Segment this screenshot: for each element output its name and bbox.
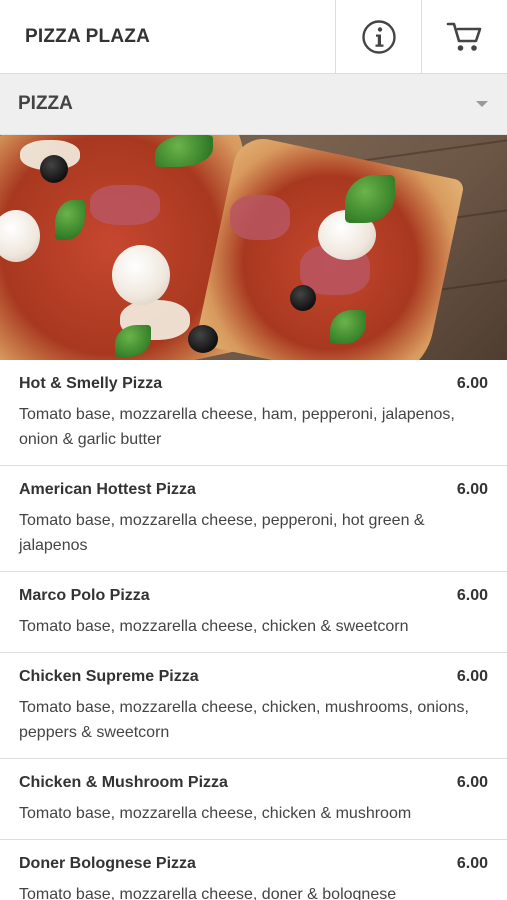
item-name: Hot & Smelly Pizza <box>19 375 163 392</box>
menu-item[interactable]: Chicken & Mushroom Pizza 6.00 Tomato bas… <box>0 759 507 840</box>
category-selector[interactable]: PIZZA <box>0 74 507 135</box>
item-name: Chicken & Mushroom Pizza <box>19 774 228 791</box>
item-description: Tomato base, mozzarella cheese, pepperon… <box>19 512 425 554</box>
item-name: Chicken Supreme Pizza <box>19 668 199 685</box>
menu-item[interactable]: Chicken Supreme Pizza 6.00 Tomato base, … <box>0 653 507 759</box>
item-name: Doner Bolognese Pizza <box>19 855 196 872</box>
item-name: Marco Polo Pizza <box>19 587 150 604</box>
item-description: Tomato base, mozzarella cheese, doner & … <box>19 886 397 900</box>
menu-item[interactable]: Hot & Smelly Pizza 6.00 Tomato base, moz… <box>0 360 507 466</box>
cart-icon <box>446 20 484 54</box>
cart-button[interactable] <box>421 0 507 73</box>
menu-list: Hot & Smelly Pizza 6.00 Tomato base, moz… <box>0 360 507 900</box>
item-price: 6.00 <box>456 855 488 872</box>
app-title: PIZZA PLAZA <box>25 25 150 47</box>
app-header: PIZZA PLAZA <box>0 0 507 74</box>
menu-item[interactable]: American Hottest Pizza 6.00 Tomato base,… <box>0 466 507 572</box>
menu-item[interactable]: Marco Polo Pizza 6.00 Tomato base, mozza… <box>0 572 507 653</box>
item-description: Tomato base, mozzarella cheese, ham, pep… <box>19 406 455 448</box>
hero-image <box>0 135 507 360</box>
item-price: 6.00 <box>456 774 488 791</box>
item-price: 6.00 <box>456 375 488 392</box>
info-icon <box>361 19 397 55</box>
item-description: Tomato base, mozzarella cheese, chicken,… <box>19 699 469 741</box>
item-description: Tomato base, mozzarella cheese, chicken … <box>19 618 409 635</box>
item-price: 6.00 <box>456 587 488 604</box>
item-name: American Hottest Pizza <box>19 481 196 498</box>
item-price: 6.00 <box>456 481 488 498</box>
menu-item[interactable]: Doner Bolognese Pizza 6.00 Tomato base, … <box>0 840 507 900</box>
category-label: PIZZA <box>18 93 73 114</box>
item-price: 6.00 <box>456 668 488 685</box>
info-button[interactable] <box>335 0 421 73</box>
caret-down-icon <box>476 101 488 107</box>
item-description: Tomato base, mozzarella cheese, chicken … <box>19 805 412 822</box>
